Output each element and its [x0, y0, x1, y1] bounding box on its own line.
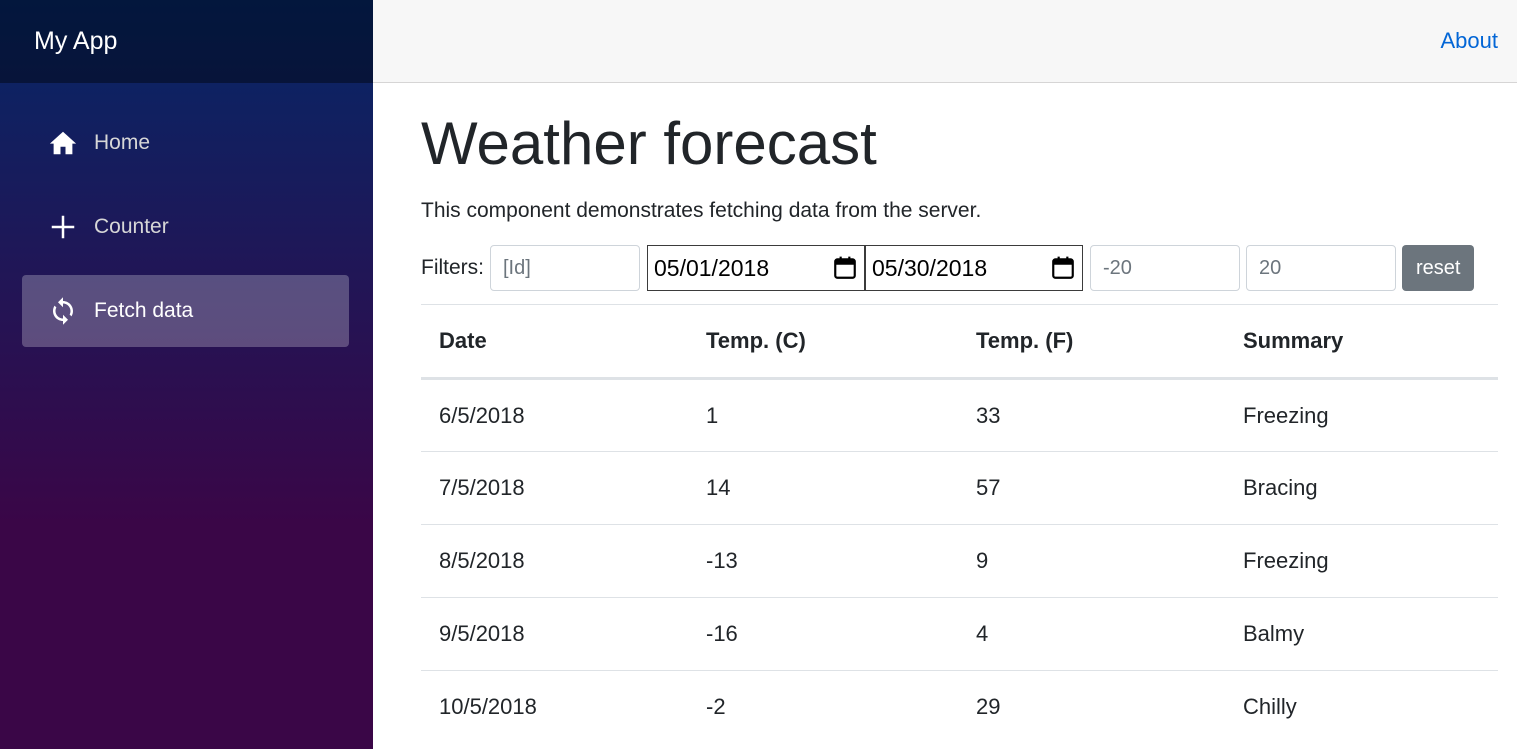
cell-temp-f: 4	[976, 621, 989, 646]
date-to-value: 05/30/2018	[872, 254, 988, 281]
sidebar-item-fetch-data[interactable]: Fetch data	[22, 275, 349, 347]
column-header-summary: Summary	[1225, 304, 1498, 380]
page-description: This component demonstrates fetching dat…	[421, 199, 982, 222]
sidebar-item-label: Fetch data	[94, 299, 194, 322]
cell-summary: Balmy	[1243, 621, 1305, 646]
filters-bar: Filters: [Id] 05/01/2018 05/30/2018 -20 …	[421, 245, 1498, 291]
cell-temp-c: -16	[706, 621, 738, 646]
cell-summary: Chilly	[1243, 694, 1297, 720]
sidebar-item-counter[interactable]: Counter	[22, 191, 349, 263]
cell-temp-c: -13	[706, 548, 738, 573]
sidebar-nav: Home Counter Fetch data	[0, 83, 373, 359]
home-icon	[48, 128, 78, 158]
content: Weather forecast This component demonstr…	[373, 83, 1517, 744]
column-header-temp-c: Temp. (C)	[688, 304, 958, 380]
date-from-value: 05/01/2018	[654, 254, 770, 281]
calendar-icon[interactable]	[1050, 255, 1076, 281]
refresh-icon	[48, 296, 78, 326]
cell-temp-c: 1	[706, 402, 719, 428]
cell-summary: Freezing	[1243, 402, 1329, 428]
filters-label: Filters:	[421, 256, 484, 279]
cell-temp-f: 57	[976, 475, 1001, 500]
cell-summary: Bracing	[1243, 475, 1318, 500]
cell-temp-c: 14	[706, 475, 731, 500]
cell-date: 8/5/2018	[439, 548, 525, 573]
brand-bar: My App	[0, 0, 373, 83]
sidebar: My App Home Counter Fetch data	[0, 0, 373, 749]
top-row: About	[373, 0, 1517, 83]
cell-temp-f: 33	[976, 402, 1001, 428]
table-header-row: Date Temp. (C) Temp. (F) Summary	[421, 304, 1498, 380]
cell-date: 9/5/2018	[439, 621, 525, 646]
date-from-input[interactable]: 05/01/2018	[647, 245, 865, 291]
cell-temp-c: -2	[706, 694, 726, 720]
column-header-date: Date	[421, 304, 688, 380]
table-row: 8/5/2018 -13 9 Freezing	[421, 525, 1498, 598]
brand-link[interactable]: My App	[34, 27, 117, 56]
page-title: Weather forecast	[421, 110, 877, 177]
table-row: 7/5/2018 14 57 Bracing	[421, 452, 1498, 525]
temp-max-input[interactable]: 20	[1246, 245, 1396, 291]
cell-date: 7/5/2018	[439, 475, 525, 500]
sidebar-item-label: Counter	[94, 215, 169, 238]
date-to-input[interactable]: 05/30/2018	[865, 245, 1083, 291]
id-filter-placeholder: [Id]	[503, 256, 531, 279]
cell-date: 6/5/2018	[439, 402, 525, 428]
table-row: 9/5/2018 -16 4 Balmy	[421, 598, 1498, 671]
table-row: 10/5/2018 -2 29 Chilly	[421, 671, 1498, 744]
column-header-temp-f: Temp. (F)	[958, 304, 1225, 380]
plus-icon	[48, 212, 78, 242]
temp-max-placeholder: 20	[1259, 256, 1282, 279]
sidebar-item-label: Home	[94, 131, 151, 154]
reset-button[interactable]: reset	[1402, 245, 1475, 291]
cell-date: 10/5/2018	[439, 694, 537, 720]
main-area: About Weather forecast This component de…	[373, 0, 1517, 749]
id-filter-input[interactable]: [Id]	[490, 245, 640, 291]
temp-min-placeholder: -20	[1103, 256, 1132, 279]
temp-min-input[interactable]: -20	[1090, 245, 1240, 291]
sidebar-item-home[interactable]: Home	[22, 107, 349, 179]
about-link[interactable]: About	[1441, 28, 1499, 54]
forecast-table: Date Temp. (C) Temp. (F) Summary 6/5/201…	[421, 304, 1498, 744]
cell-temp-f: 9	[976, 548, 989, 573]
cell-temp-f: 29	[976, 694, 1001, 720]
calendar-icon[interactable]	[832, 255, 858, 281]
cell-summary: Freezing	[1243, 548, 1329, 573]
table-row: 6/5/2018 1 33 Freezing	[421, 379, 1498, 452]
app-shell: My App Home Counter Fetch data About Wea…	[0, 0, 1517, 749]
